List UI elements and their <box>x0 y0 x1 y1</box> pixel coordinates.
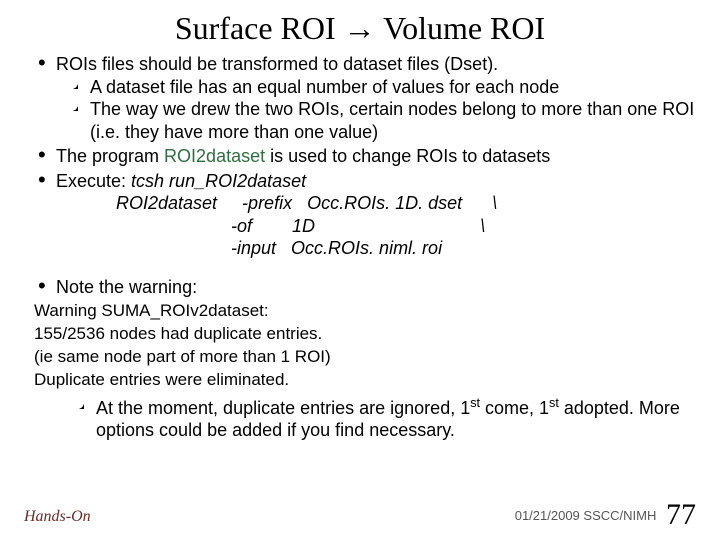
code-block: ROI2dataset -prefix Occ.ROIs. 1D. dset \… <box>56 192 696 260</box>
bullet-item: Execute: tcsh run_ROI2dataset ROI2datase… <box>42 170 696 260</box>
title-right: Volume ROI <box>383 10 545 46</box>
sub-item: A dataset file has an equal number of va… <box>76 76 696 99</box>
arrow-right-icon: → <box>344 10 383 46</box>
warning-line: (ie same node part of more than 1 ROI) <box>34 346 696 369</box>
sub-text: The way we drew the two ROIs, certain no… <box>90 99 694 142</box>
title-left: Surface ROI <box>175 10 336 46</box>
sub-text: come, 1 <box>480 398 549 418</box>
bullet-text: Note the warning: <box>56 277 197 297</box>
footer-right: 01/21/2009 SSCC/NIMH 77 <box>515 498 696 532</box>
warning-line: Duplicate entries were eliminated. <box>34 369 696 392</box>
bullet-list: ROIs files should be transformed to data… <box>24 53 696 260</box>
spacer <box>24 262 696 276</box>
sub-item: At the moment, duplicate entries are ign… <box>82 396 696 442</box>
bullet-item: The program ROI2dataset is used to chang… <box>42 145 696 168</box>
sub-item: The way we drew the two ROIs, certain no… <box>76 98 696 143</box>
footer-date: 01/21/2009 <box>515 508 580 523</box>
program-name: ROI2dataset <box>164 146 265 166</box>
bullet-item: ROIs files should be transformed to data… <box>42 53 696 143</box>
superscript: st <box>470 396 480 410</box>
command-text: tcsh run_ROI2dataset <box>131 171 306 191</box>
code-line: -of 1D \ <box>116 216 485 236</box>
bullet-text: Execute: <box>56 171 131 191</box>
sub-text: At the moment, duplicate entries are ign… <box>96 398 470 418</box>
bullet-item: Note the warning: <box>42 276 696 299</box>
bullet-list: At the moment, duplicate entries are ign… <box>24 396 696 442</box>
code-line: -input Occ.ROIs. niml. roi <box>116 238 442 258</box>
bullet-list: Note the warning: <box>24 276 696 299</box>
superscript: st <box>549 396 559 410</box>
warning-line: 155/2536 nodes had duplicate entries. <box>34 323 696 346</box>
bullet-text: ROIs files should be transformed to data… <box>56 54 498 74</box>
warning-block: Warning SUMA_ROIv2dataset: 155/2536 node… <box>34 300 696 392</box>
code-line: ROI2dataset -prefix Occ.ROIs. 1D. dset \ <box>116 193 497 213</box>
bullet-text: The program <box>56 146 164 166</box>
sub-list: At the moment, duplicate entries are ign… <box>62 396 696 442</box>
slide-title: Surface ROI → Volume ROI <box>24 10 696 47</box>
footer-hands-on: Hands-On <box>24 508 91 526</box>
warning-line: Warning SUMA_ROIv2dataset: <box>34 300 696 323</box>
page-number: 77 <box>660 498 696 531</box>
sub-text: A dataset file has an equal number of va… <box>90 77 559 97</box>
footer-org: SSCC/NIMH <box>583 508 656 523</box>
bullet-text: is used to change ROIs to datasets <box>265 146 550 166</box>
slide: Surface ROI → Volume ROI ROIs files shou… <box>0 0 720 540</box>
sub-list: A dataset file has an equal number of va… <box>56 76 696 144</box>
